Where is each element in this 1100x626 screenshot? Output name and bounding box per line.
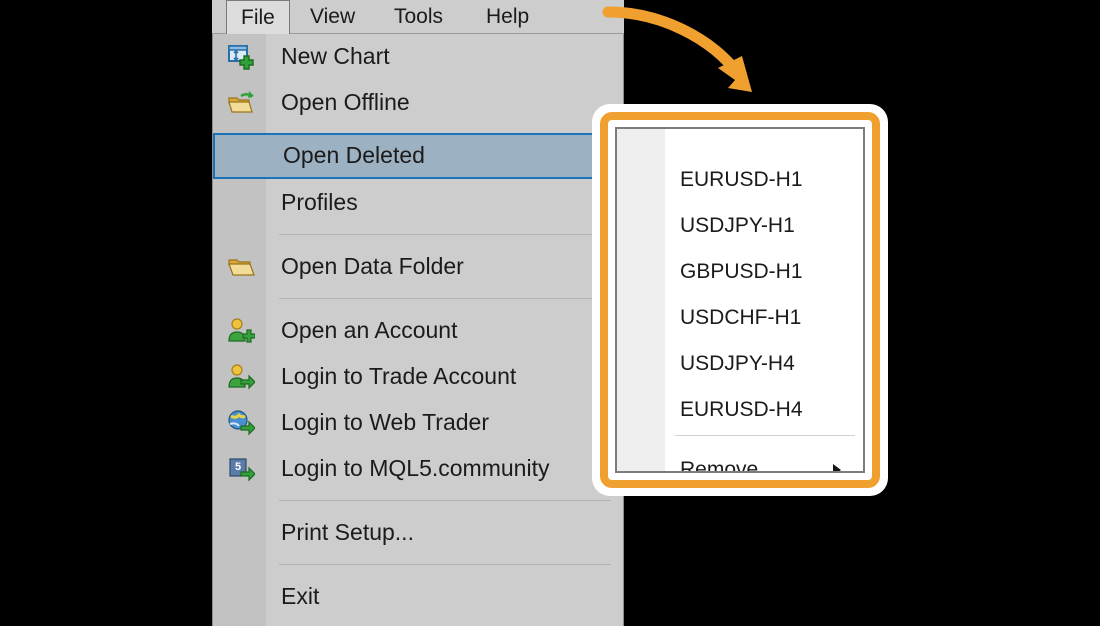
menu-item-open-offline[interactable]: Open Offline <box>213 80 623 126</box>
menu-item-label: Profiles <box>281 189 358 215</box>
submenu-item-label: USDJPY-H1 <box>680 214 795 237</box>
menu-item-open-data-folder[interactable]: Open Data Folder <box>213 244 623 290</box>
menu-item-login-to-web-trader[interactable]: Login to Web Trader <box>213 400 623 446</box>
account-add-icon <box>228 318 255 343</box>
menu-separator <box>279 500 611 501</box>
submenu-separator <box>675 435 855 436</box>
submenu-item-remove[interactable]: Remove <box>617 447 863 473</box>
submenu-item-label: USDJPY-H4 <box>680 352 795 375</box>
menu-item-login-to-trade-account[interactable]: Login to Trade Account <box>213 354 623 400</box>
open-deleted-submenu-callout: EURUSD-H1 USDJPY-H1 GBPUSD-H1 USDCHF-H1 USDJ… <box>592 104 888 496</box>
submenu-item-label: Remove <box>680 458 759 473</box>
submenu-item-eurusd-h1[interactable]: EURUSD-H1 <box>617 157 863 203</box>
menu-separator <box>279 298 611 299</box>
menu-item-exit[interactable]: Exit <box>213 574 623 620</box>
new-chart-icon <box>228 45 254 70</box>
menubar-item-help[interactable]: Help <box>472 0 543 34</box>
mql5-login-icon: 5 <box>229 458 255 482</box>
menu-item-profiles[interactable]: Profiles <box>213 180 623 226</box>
menu-bar: File View Tools Help <box>212 0 624 34</box>
menu-item-label: New Chart <box>281 43 390 69</box>
menu-item-label: Open Offline <box>281 89 410 115</box>
menu-item-open-an-account[interactable]: Open an Account <box>213 308 623 354</box>
menubar-item-tools[interactable]: Tools <box>380 0 457 34</box>
menu-separator <box>279 234 611 235</box>
submenu-item-gbpusd-h1[interactable]: GBPUSD-H1 <box>617 249 863 295</box>
submenu-item-usdjpy-h1[interactable]: USDJPY-H1 <box>617 203 863 249</box>
file-menu-dropdown: New Chart Open Offline Open Deleted Profile… <box>212 34 624 626</box>
menu-item-new-chart[interactable]: New Chart <box>213 34 623 80</box>
menu-item-open-deleted[interactable]: Open Deleted <box>213 133 623 179</box>
screenshot-root: File View Tools Help New Chart Open Offline O… <box>0 0 1100 626</box>
submenu-item-label: EURUSD-H4 <box>680 398 803 421</box>
menu-item-label: Login to MQL5.community <box>281 455 550 481</box>
submenu-item-usdjpy-h4[interactable]: USDJPY-H4 <box>617 341 863 387</box>
menu-item-label: Open Data Folder <box>281 253 464 279</box>
submenu-item-label: USDCHF-H1 <box>680 306 802 329</box>
menu-item-label: Login to Trade Account <box>281 363 517 389</box>
globe-login-icon <box>228 410 255 436</box>
menu-item-label: Open Deleted <box>283 142 425 168</box>
menu-item-label: Print Setup... <box>281 519 414 545</box>
open-folder-icon <box>228 91 254 113</box>
menu-item-label: Exit <box>281 583 320 609</box>
menubar-item-view[interactable]: View <box>296 0 369 34</box>
menu-item-label: Open an Account <box>281 317 458 343</box>
svg-text:5: 5 <box>235 461 241 473</box>
menubar-item-file[interactable]: File <box>226 0 290 34</box>
menu-item-login-to-mql5-community[interactable]: 5 Login to MQL5.community <box>213 446 623 492</box>
account-login-icon <box>228 364 255 390</box>
submenu-chevron-right-icon <box>833 464 841 471</box>
menu-item-label: Login to Web Trader <box>281 409 489 435</box>
menu-separator <box>279 564 611 565</box>
open-deleted-submenu: EURUSD-H1 USDJPY-H1 GBPUSD-H1 USDCHF-H1 USDJ… <box>615 127 865 473</box>
menu-item-print-setup[interactable]: Print Setup... <box>213 510 623 556</box>
submenu-item-eurusd-h4[interactable]: EURUSD-H4 <box>617 387 863 433</box>
folder-icon <box>228 259 255 276</box>
submenu-item-usdchf-h1[interactable]: USDCHF-H1 <box>617 295 863 341</box>
submenu-item-label: GBPUSD-H1 <box>680 260 803 283</box>
submenu-item-label: EURUSD-H1 <box>680 168 803 191</box>
annotation-arrow-icon <box>602 6 752 92</box>
